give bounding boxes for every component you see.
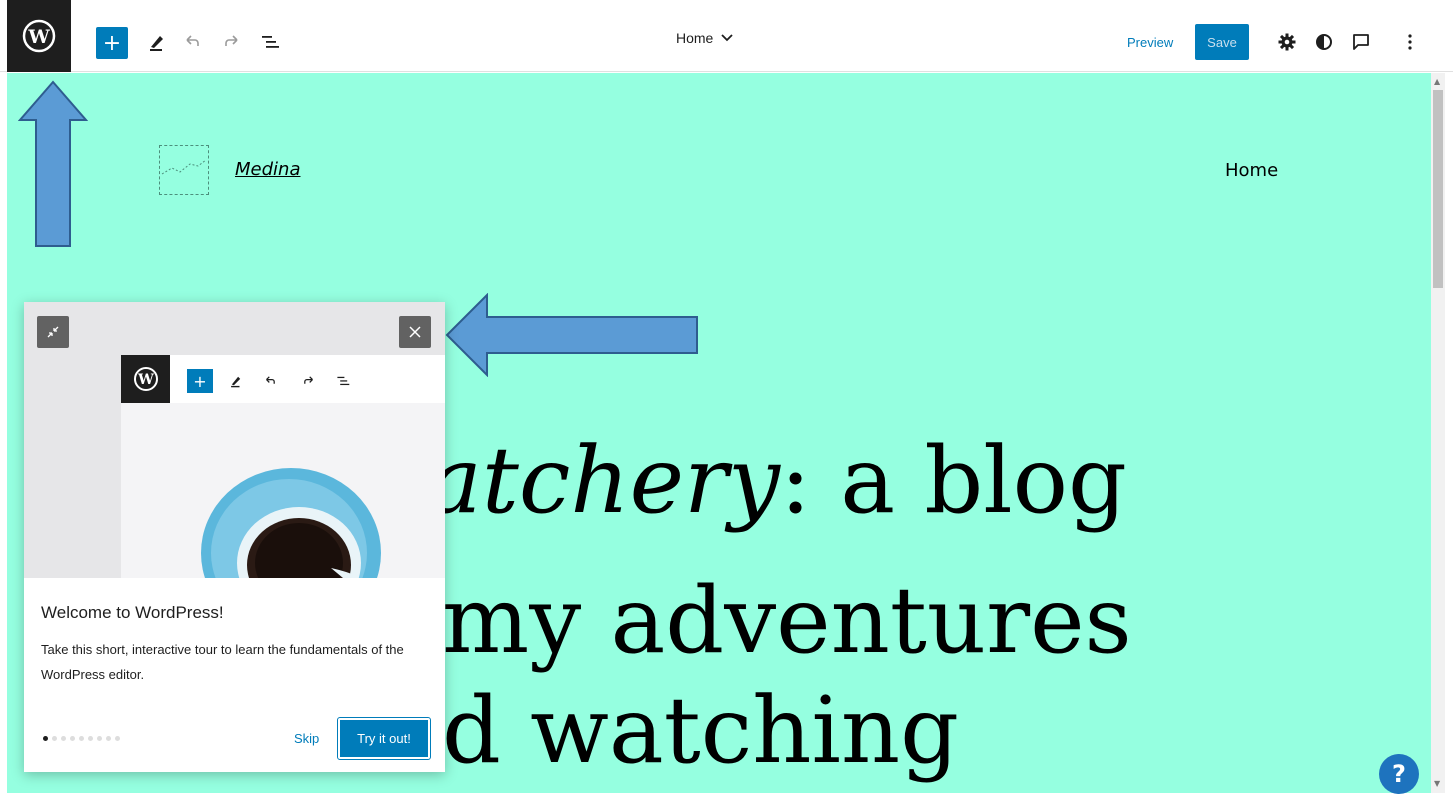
page-dot[interactable] [88,736,93,741]
settings-button[interactable] [1271,26,1303,58]
coffee-cup-photo [121,403,445,578]
redo-icon [225,35,238,46]
hero-line-1-rest: : a blog [780,427,1127,534]
svg-text:W: W [27,26,50,48]
page-dot[interactable] [61,736,66,741]
gear-icon [1278,33,1296,51]
comments-button[interactable] [1345,26,1377,58]
undo-icon [186,35,199,46]
site-logo-placeholder[interactable] [159,145,209,195]
minimize-arrows-icon [47,326,59,338]
svg-text:W: W [137,372,154,388]
save-button[interactable]: Save [1195,24,1249,60]
options-button[interactable] [1394,26,1426,58]
skip-button[interactable]: Skip [294,731,319,746]
template-title-dropdown[interactable]: Home [676,30,733,46]
add-block-button[interactable]: + [96,27,128,59]
guide-minimize-button[interactable] [37,316,69,348]
guide-close-button[interactable] [399,316,431,348]
scrollbar-thumb[interactable] [1433,90,1443,288]
page-dot[interactable] [115,736,120,741]
template-title: Home [676,30,714,46]
hero-heading-line-2[interactable]: my adventures [442,575,1132,667]
annotation-arrow-left [445,293,698,377]
wordpress-logo-button[interactable]: W [7,0,71,72]
half-circle-icon [1316,34,1332,50]
plus-icon: + [102,30,122,56]
preview-button[interactable]: Preview [1127,35,1173,50]
guide-heading: Welcome to WordPress! [41,603,224,622]
annotation-arrow-up [18,80,88,247]
list-view-icon [262,36,279,48]
redo-button[interactable] [216,26,248,58]
image-placeholder-icon [161,159,207,175]
pencil-icon [150,36,163,51]
illustration-plus-icon: + [187,369,213,393]
page-dot[interactable] [43,736,48,741]
scroll-down-arrow-icon[interactable]: ▼ [1434,779,1440,788]
scroll-up-arrow-icon[interactable]: ▲ [1434,77,1440,86]
help-button[interactable]: ? [1379,754,1419,794]
navigation-item-home[interactable]: Home [1225,160,1278,181]
page-dot[interactable] [97,736,102,741]
illustration-list-view-icon [333,371,353,391]
vertical-dots-icon [1408,34,1412,50]
illustration-redo-icon [299,371,319,391]
hero-italic-word: atchery [427,427,780,534]
hero-heading-line-1[interactable]: atchery: a blog [427,435,1127,527]
styles-button[interactable] [1308,26,1340,58]
list-view-button[interactable] [254,26,286,58]
page-dot[interactable] [79,736,84,741]
undo-button[interactable] [176,26,208,58]
illustration-undo-icon [260,371,280,391]
welcome-guide-dialog: W + Welcome to WordPress! Take this shor… [24,302,445,772]
editor-header: W + Home Preview Save [0,0,1453,72]
illustration-wordpress-logo-icon: W [121,355,170,403]
page-dot[interactable] [106,736,111,741]
page-dot[interactable] [70,736,75,741]
try-it-out-button[interactable]: Try it out! [337,717,431,760]
canvas-scrollbar[interactable]: ▲ ▼ [1431,73,1445,793]
guide-description: Take this short, interactive tour to lea… [41,642,404,682]
comment-icon [1353,34,1369,50]
site-title[interactable]: Medina [235,159,300,180]
guide-page-indicator [43,736,120,741]
wordpress-logo-icon: W [22,19,56,53]
close-icon [409,326,421,338]
tools-button[interactable] [141,26,173,58]
editor-illustration: W + [121,355,445,578]
page-dot[interactable] [52,736,57,741]
illustration-toolbar: W + [121,355,445,403]
welcome-guide-image: W + [24,302,445,578]
illustration-pencil-icon [226,371,246,391]
hero-heading-line-3[interactable]: d watching [442,685,959,777]
chevron-down-icon [721,34,733,42]
